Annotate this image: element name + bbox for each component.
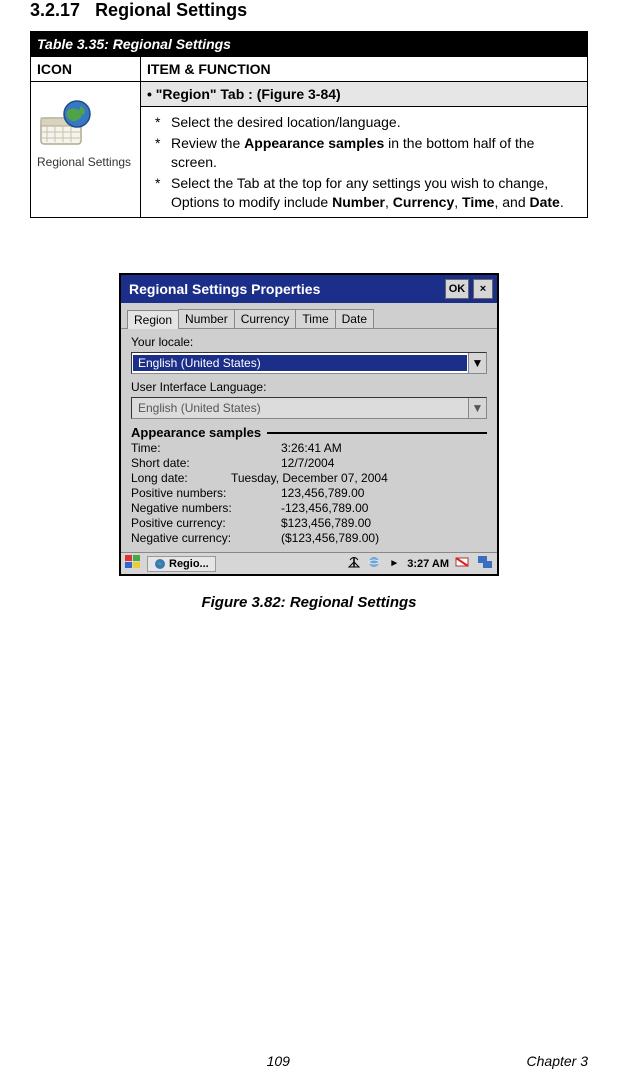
col-header-item: ITEM & FUNCTION (141, 57, 588, 82)
bullet-2: Review the Appearance samples in the bot… (171, 134, 581, 172)
col-header-icon: ICON (31, 57, 141, 82)
region-tab-header: • "Region" Tab : (Figure 3-84) (141, 82, 588, 107)
section-heading: 3.2.17 Regional Settings (30, 0, 588, 21)
longdate-label: Long date: (131, 471, 231, 485)
ok-button[interactable]: OK (445, 279, 469, 299)
taskbar: Regio... ► 3:27 AM (121, 552, 497, 574)
clock-arrow-icon: ► (387, 558, 401, 569)
time-value: 3:26:41 AM (281, 441, 342, 455)
desktop-icon[interactable] (477, 555, 493, 572)
tab-currency[interactable]: Currency (234, 309, 297, 328)
uilang-label: User Interface Language: (131, 380, 487, 394)
icon-cell: Regional Settings (31, 82, 141, 218)
appearance-heading: Appearance samples (131, 425, 487, 440)
figure-caption: Figure 3.82: Regional Settings (30, 594, 588, 611)
poscur-value: $123,456,789.00 (281, 516, 371, 530)
dialog-titlebar: Regional Settings Properties OK × (121, 275, 497, 303)
tab-strip: Region Number Currency Time Date (121, 303, 497, 329)
posnum-value: 123,456,789.00 (281, 486, 364, 500)
locale-select[interactable]: English (United States) ▼ (131, 352, 487, 374)
negnum-label: Negative numbers: (131, 501, 281, 515)
negcur-value: ($123,456,789.00) (281, 531, 379, 545)
screenshot-dialog: Regional Settings Properties OK × Region… (119, 273, 499, 576)
regional-settings-table: Table 3.35: Regional Settings ICON ITEM … (30, 31, 588, 218)
uilang-select: English (United States) ▼ (131, 397, 487, 419)
taskbar-clock: 3:27 AM (407, 558, 449, 570)
chevron-down-icon: ▼ (468, 353, 486, 373)
negnum-value: -123,456,789.00 (281, 501, 368, 515)
posnum-label: Positive numbers: (131, 486, 281, 500)
antenna-icon[interactable] (347, 555, 361, 572)
tab-number[interactable]: Number (178, 309, 235, 328)
regional-settings-icon (37, 98, 95, 151)
longdate-value: Tuesday, December 07, 2004 (231, 471, 487, 485)
shortdate-label: Short date: (131, 456, 281, 470)
chevron-down-icon: ▼ (468, 398, 486, 418)
dialog-title: Regional Settings Properties (129, 281, 441, 297)
icon-caption: Regional Settings (37, 155, 134, 169)
negcur-label: Negative currency: (131, 531, 281, 545)
shortdate-value: 12/7/2004 (281, 456, 334, 470)
close-button[interactable]: × (473, 279, 493, 299)
battery-icon[interactable] (455, 555, 471, 572)
locale-label: Your locale: (131, 335, 487, 349)
page-number: 109 (267, 1053, 290, 1069)
tab-region[interactable]: Region (127, 310, 179, 329)
table-caption: Table 3.35: Regional Settings (31, 32, 588, 57)
section-number: 3.2.17 (30, 0, 80, 20)
poscur-label: Positive currency: (131, 516, 281, 530)
taskbar-app[interactable]: Regio... (147, 556, 216, 572)
network-icon[interactable] (367, 556, 381, 571)
page-footer: 109 Chapter 3 (30, 1053, 588, 1069)
chapter-label: Chapter 3 (527, 1053, 588, 1069)
function-cell: *Select the desired location/language. *… (141, 107, 588, 218)
bullet-3: Select the Tab at the top for any settin… (171, 174, 581, 212)
time-label: Time: (131, 441, 281, 455)
locale-value: English (United States) (133, 355, 467, 371)
tab-date[interactable]: Date (335, 309, 374, 328)
section-title-text: Regional Settings (95, 0, 247, 20)
bullet-1: Select the desired location/language. (171, 113, 401, 132)
start-icon[interactable] (125, 555, 141, 572)
uilang-value: English (United States) (132, 401, 468, 415)
tab-time[interactable]: Time (295, 309, 335, 328)
